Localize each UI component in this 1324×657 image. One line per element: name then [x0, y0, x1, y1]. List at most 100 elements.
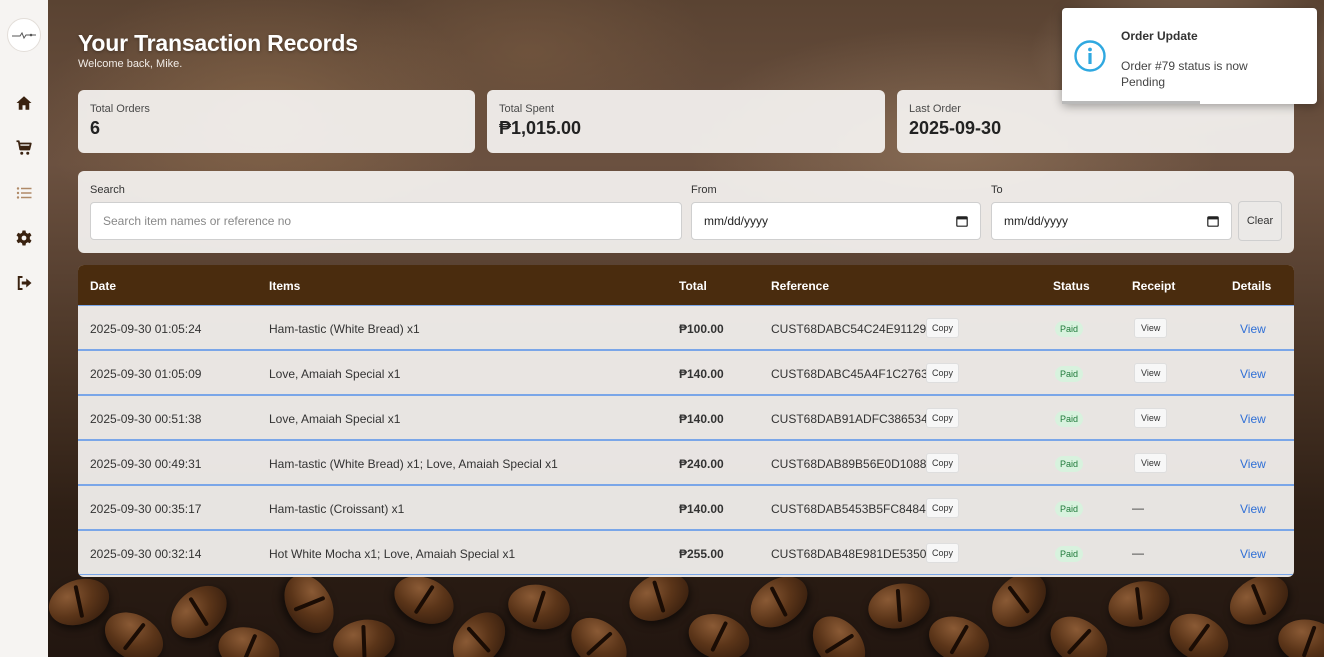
toast-title: Order Update — [1121, 29, 1198, 43]
to-date-value: mm/dd/yyyy — [1004, 214, 1069, 228]
view-details-link[interactable]: View — [1240, 457, 1266, 471]
calendar-icon[interactable] — [1207, 215, 1219, 227]
row-reference: CUST68DABC54C24E91129 — [771, 322, 927, 336]
info-icon — [1073, 39, 1107, 78]
from-label: From — [691, 184, 717, 196]
row-date: 2025-09-30 00:32:14 — [90, 547, 202, 561]
filter-panel: Search Search item names or reference no… — [78, 171, 1294, 253]
sidebar-item-logout[interactable] — [12, 271, 36, 295]
row-total: ₱140.00 — [679, 412, 724, 426]
to-date-input[interactable]: mm/dd/yyyy — [991, 202, 1232, 240]
row-total: ₱100.00 — [679, 322, 724, 336]
gear-icon — [16, 230, 32, 246]
to-label: To — [991, 184, 1003, 196]
sidebar-item-home[interactable] — [12, 91, 36, 115]
page-title: Your Transaction Records — [78, 30, 358, 56]
row-date: 2025-09-30 00:51:38 — [90, 412, 202, 426]
view-receipt-button[interactable]: View — [1134, 453, 1168, 473]
row-reference: CUST68DAB48E981DE5350 — [771, 547, 927, 561]
toast-progress-bar — [1062, 101, 1200, 104]
from-date-input[interactable]: mm/dd/yyyy — [691, 202, 981, 240]
status-badge: Paid — [1055, 366, 1084, 382]
cart-icon — [16, 140, 32, 155]
row-items: Hot White Mocha x1; Love, Amaiah Special… — [269, 547, 516, 561]
list-icon — [16, 187, 32, 199]
sidebar-item-transactions[interactable] — [12, 181, 36, 205]
col-receipt: Receipt — [1132, 279, 1176, 293]
row-total: ₱140.00 — [679, 367, 724, 381]
row-items: Ham-tastic (Croissant) x1 — [269, 502, 405, 516]
table-header: Date Items Total Reference Status Receip… — [78, 265, 1294, 305]
total-spent-label: Total Spent — [499, 103, 555, 115]
copy-reference-button[interactable]: Copy — [926, 318, 960, 338]
last-order-value: 2025-09-30 — [909, 118, 1002, 138]
copy-reference-button[interactable]: Copy — [926, 498, 960, 518]
clear-button[interactable]: Clear — [1238, 201, 1282, 241]
brand-logo[interactable] — [7, 18, 41, 52]
logo-mark-icon — [12, 31, 36, 40]
row-items: Love, Amaiah Special x1 — [269, 367, 401, 381]
copy-reference-button[interactable]: Copy — [926, 543, 960, 563]
view-details-link[interactable]: View — [1240, 367, 1266, 381]
sidebar — [0, 0, 48, 657]
status-badge: Paid — [1055, 546, 1084, 562]
row-date: 2025-09-30 01:05:24 — [90, 322, 202, 336]
row-total: ₱140.00 — [679, 502, 724, 516]
row-total: ₱240.00 — [679, 457, 724, 471]
col-date: Date — [90, 279, 117, 293]
row-reference: CUST68DABC45A4F1C2763 — [771, 367, 928, 381]
col-details: Details — [1232, 279, 1272, 293]
logout-icon — [17, 276, 32, 290]
copy-reference-button[interactable]: Copy — [926, 408, 960, 428]
status-badge: Paid — [1055, 456, 1084, 472]
table-row: 2025-09-30 00:32:14 Hot White Mocha x1; L… — [78, 530, 1294, 575]
row-reference: CUST68DAB5453B5FC8484 — [771, 502, 926, 516]
total-orders-card: Total Orders 6 — [78, 90, 475, 153]
col-status: Status — [1053, 279, 1090, 293]
status-badge: Paid — [1055, 321, 1084, 337]
sidebar-item-settings[interactable] — [12, 226, 36, 250]
table-row: 2025-09-30 01:05:09 Love, Amaiah Special … — [78, 350, 1294, 395]
row-date: 2025-09-30 00:49:31 — [90, 457, 202, 471]
row-reference: CUST68DAB91ADFC386534 — [771, 412, 928, 426]
row-items: Love, Amaiah Special x1 — [269, 412, 401, 426]
sidebar-item-cart[interactable] — [12, 136, 36, 160]
row-total: ₱255.00 — [679, 547, 724, 561]
table-row: 2025-09-30 00:51:38 Love, Amaiah Special … — [78, 395, 1294, 440]
row-items: Ham-tastic (White Bread) x1; Love, Amaia… — [269, 457, 558, 471]
table-row: 2025-09-30 00:49:31 Ham-tastic (White Bre… — [78, 440, 1294, 485]
row-date: 2025-09-30 00:35:17 — [90, 502, 202, 516]
search-label: Search — [90, 184, 125, 196]
view-receipt-button[interactable]: View — [1134, 363, 1168, 383]
view-receipt-button[interactable]: View — [1134, 408, 1168, 428]
col-total: Total — [679, 279, 707, 293]
copy-reference-button[interactable]: Copy — [926, 363, 960, 383]
copy-reference-button[interactable]: Copy — [926, 453, 960, 473]
view-receipt-button[interactable]: View — [1134, 318, 1168, 338]
view-details-link[interactable]: View — [1240, 322, 1266, 336]
status-badge: Paid — [1055, 501, 1084, 517]
total-orders-label: Total Orders — [90, 103, 150, 115]
toast-message: Order #79 status is now Pending — [1121, 59, 1248, 89]
transactions-table: Date Items Total Reference Status Receip… — [78, 265, 1294, 577]
last-order-label: Last Order — [909, 103, 961, 115]
total-orders-value: 6 — [90, 118, 101, 138]
view-details-link[interactable]: View — [1240, 547, 1266, 561]
search-input[interactable]: Search item names or reference no — [90, 202, 682, 240]
no-receipt: — — [1132, 501, 1144, 515]
search-placeholder: Search item names or reference no — [103, 214, 292, 228]
view-details-link[interactable]: View — [1240, 502, 1266, 516]
order-update-toast[interactable]: Order Update Order #79 status is now Pen… — [1062, 8, 1317, 104]
no-receipt: — — [1132, 546, 1144, 560]
row-date: 2025-09-30 01:05:09 — [90, 367, 202, 381]
table-row: 2025-09-30 01:05:24 Ham-tastic (White Bre… — [78, 305, 1294, 350]
table-body: 2025-09-30 01:05:24 Ham-tastic (White Bre… — [78, 305, 1294, 575]
table-row: 2025-09-30 00:35:17 Ham-tastic (Croissant… — [78, 485, 1294, 530]
total-spent-card: Total Spent ₱1,015.00 — [487, 90, 885, 153]
welcome-message: Welcome back, Mike. — [78, 58, 183, 70]
col-reference: Reference — [771, 279, 830, 293]
from-date-value: mm/dd/yyyy — [704, 214, 769, 228]
calendar-icon[interactable] — [956, 215, 968, 227]
view-details-link[interactable]: View — [1240, 412, 1266, 426]
total-spent-value: ₱1,015.00 — [499, 118, 582, 138]
